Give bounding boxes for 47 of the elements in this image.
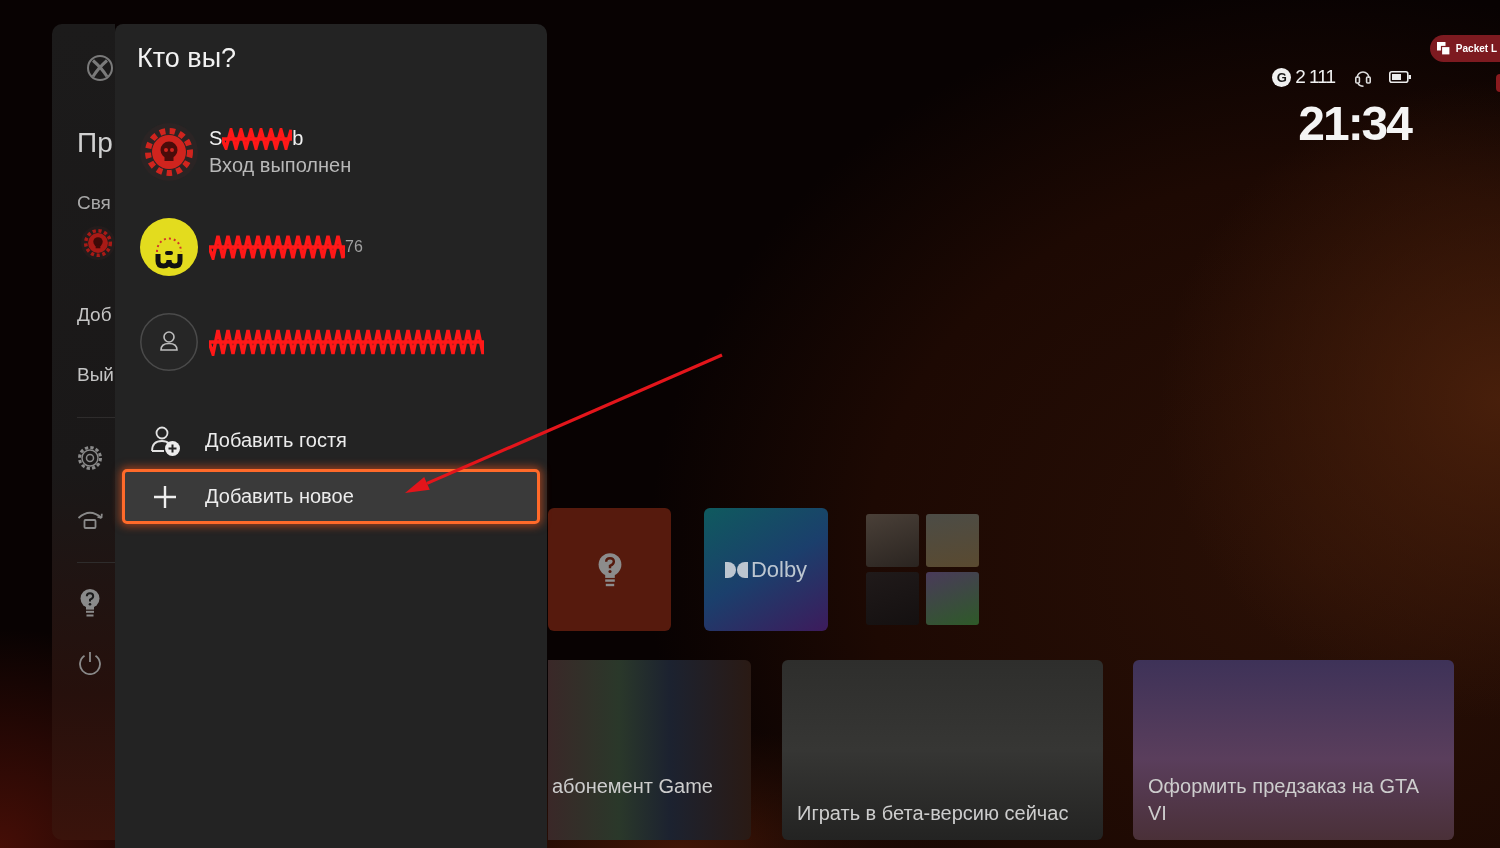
card-caption: Оформить предзаказ на GTA VI bbox=[1148, 774, 1420, 826]
default-avatar-icon bbox=[140, 312, 198, 371]
guide-title: Пр bbox=[77, 126, 113, 160]
account-name: S bbox=[209, 127, 223, 150]
game-thumbnail[interactable] bbox=[926, 514, 979, 567]
overlapping-squares-icon bbox=[1436, 42, 1450, 55]
cartoon-avatar-icon bbox=[140, 217, 198, 276]
overlay-badge[interactable]: Packet L bbox=[1429, 35, 1500, 62]
dialog-title: Кто вы? bbox=[137, 42, 237, 75]
gamerscore-value: 2 111 bbox=[1295, 66, 1335, 88]
card-caption: Играть в бета-версию сейчас bbox=[797, 801, 1069, 826]
scribble-icon bbox=[209, 233, 345, 260]
gamerscore-badge: G bbox=[1272, 67, 1292, 87]
tips-tile[interactable] bbox=[548, 508, 671, 631]
menu-item[interactable]: Вый bbox=[77, 362, 114, 388]
clock-time: 21:34 bbox=[1298, 98, 1411, 150]
menu-option[interactable]: Добавить гостя bbox=[122, 413, 540, 468]
section-label: Свя bbox=[77, 191, 111, 215]
battery-icon bbox=[1389, 71, 1411, 83]
plus-icon bbox=[154, 485, 176, 508]
lightbulb-question-icon[interactable] bbox=[80, 589, 100, 617]
lightbulb-question-icon bbox=[597, 551, 622, 588]
add-person-icon bbox=[150, 425, 180, 456]
account-name: 76 bbox=[345, 237, 363, 256]
dolby-tile[interactable]: Dolby bbox=[704, 508, 828, 631]
game-thumbnail[interactable] bbox=[866, 514, 919, 567]
card-caption: абонемент Game bbox=[552, 774, 713, 799]
xbox-logo-icon[interactable] bbox=[87, 55, 113, 81]
profile-avatar-icon[interactable] bbox=[81, 226, 115, 260]
gear-emblem-icon bbox=[140, 122, 198, 181]
power-icon[interactable] bbox=[78, 651, 102, 675]
promo-card[interactable]: Играть в бета-версию сейчас bbox=[782, 660, 1103, 840]
menu-item[interactable]: Доб bbox=[77, 302, 112, 328]
account-item[interactable]: 76 bbox=[115, 199, 547, 294]
scribble-icon bbox=[209, 327, 484, 356]
account-name: b bbox=[292, 127, 304, 150]
promo-card[interactable]: Оформить предзаказ на GTA VI bbox=[1133, 660, 1454, 840]
notification-badge bbox=[1496, 74, 1500, 92]
scribble-icon bbox=[222, 127, 293, 150]
menu-option[interactable]: Добавить новое bbox=[122, 469, 540, 524]
account-status: Вход выполнен bbox=[209, 152, 352, 178]
promo-card[interactable]: абонемент Game bbox=[548, 660, 751, 840]
account-item[interactable]: S b Вход выполнен bbox=[115, 104, 547, 199]
device-wave-icon[interactable] bbox=[77, 509, 103, 529]
settings-icon[interactable] bbox=[78, 446, 102, 470]
dolby-logo-icon bbox=[724, 561, 748, 578]
game-thumbnail[interactable] bbox=[926, 572, 979, 625]
